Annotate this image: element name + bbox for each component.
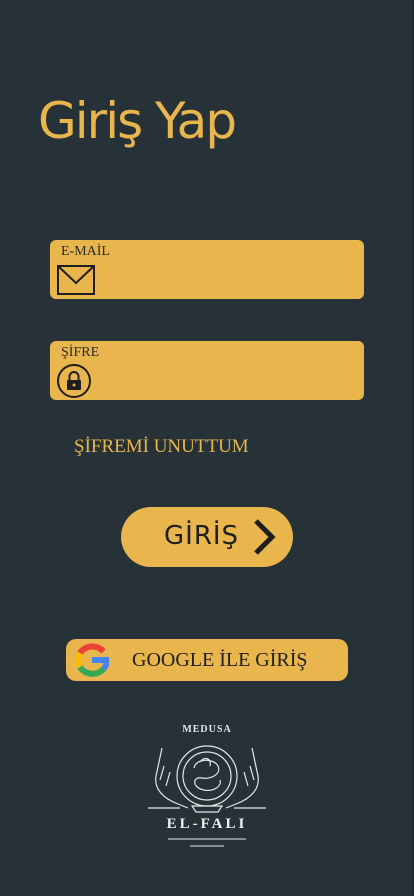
google-login-label: GOOGLE İLE GİRİŞ [132,649,308,671]
forgot-password-link[interactable]: ŞİFREMİ UNUTTUM [74,436,249,458]
email-input[interactable] [102,262,356,296]
envelope-icon [57,265,95,295]
email-field[interactable]: E-MAİL [50,240,364,299]
login-button[interactable]: GİRİŞ [121,507,293,567]
chevron-right-icon [254,519,276,555]
logo-top-text: MEDUSA [182,724,232,735]
login-button-label: GİRİŞ [164,521,240,551]
page-title: Giriş Yap [38,92,237,150]
password-label: ŞİFRE [61,345,100,360]
password-field[interactable]: ŞİFRE [50,341,364,400]
logo-bottom-text: EL-FALI [166,816,248,832]
google-icon [75,643,109,677]
password-input[interactable] [102,363,356,397]
logo-underline [168,838,246,847]
crystal-ball-hands-icon [148,745,266,813]
app-logo: MEDUSA EL-FALI [144,720,270,850]
email-label: E-MAİL [61,244,110,259]
google-login-button[interactable]: GOOGLE İLE GİRİŞ [66,639,348,681]
lock-icon [57,364,91,398]
